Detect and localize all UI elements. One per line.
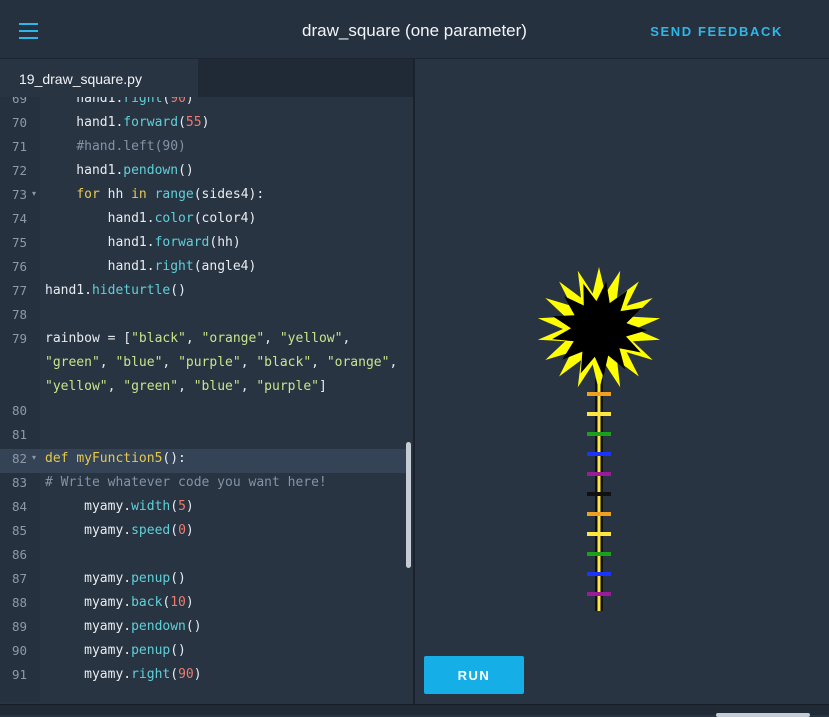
line-number: 83 — [12, 475, 28, 490]
line-number: 75 — [12, 235, 28, 250]
code-text: hand1.right(angle4) — [45, 259, 257, 274]
code-line[interactable]: 91 myamy.right(90) — [0, 665, 407, 689]
code-text: myamy.penup() — [45, 643, 186, 658]
code-line[interactable]: 73 ▾ for hh in range(sides4): — [0, 185, 407, 209]
code-line[interactable]: 71 #hand.left(90) — [0, 137, 407, 161]
code-line[interactable]: 74 hand1.color(color4) — [0, 209, 407, 233]
code-line[interactable]: "green", "blue", "purple", "black", "ora… — [0, 353, 407, 377]
fold-arrow-icon[interactable]: ▾ — [32, 189, 36, 198]
line-number: 87 — [12, 571, 28, 586]
code-line[interactable]: 70 hand1.forward(55) — [0, 113, 407, 137]
code-editor[interactable]: 69 hand1.right(90) 70 hand1.forward(55) 71… — [0, 97, 413, 702]
code-line[interactable]: 87 myamy.penup() — [0, 569, 407, 593]
code-text: rainbow = ["black", "orange", "yellow", — [45, 331, 351, 346]
code-line[interactable]: 90 myamy.penup() — [0, 641, 407, 665]
code-text: myamy.speed(0) — [45, 523, 194, 538]
line-number: 90 — [12, 643, 28, 658]
flower-head — [537, 267, 661, 391]
code-text: myamy.back(10) — [45, 595, 194, 610]
code-line[interactable]: 69 hand1.right(90) — [0, 97, 407, 113]
top-bar: draw_square (one parameter) SEND FEEDBAC… — [0, 0, 829, 59]
code-text: myamy.right(90) — [45, 667, 202, 682]
line-number: 70 — [12, 115, 28, 130]
turtle-output-canvas — [415, 59, 829, 704]
line-number: 76 — [12, 259, 28, 274]
code-text: hand1.color(color4) — [45, 211, 257, 226]
code-line[interactable]: "yellow", "green", "blue", "purple"] — [0, 377, 407, 401]
code-text: myamy.width(5) — [45, 499, 194, 514]
code-line[interactable]: 79 rainbow = ["black", "orange", "yellow"… — [0, 329, 407, 353]
flower-stem — [587, 379, 611, 611]
line-number: 77 — [12, 283, 28, 298]
line-number: 74 — [12, 211, 28, 226]
line-number: 73 — [12, 187, 28, 202]
code-text: def myFunction5(): — [45, 451, 186, 466]
file-tab-bar: 19_draw_square.py — [0, 59, 413, 97]
line-number: 86 — [12, 547, 28, 562]
code-line[interactable]: 89 myamy.pendown() — [0, 617, 407, 641]
code-line[interactable]: 86 — [0, 545, 407, 569]
line-number: 80 — [12, 403, 28, 418]
line-number: 89 — [12, 619, 28, 634]
tab-file[interactable]: 19_draw_square.py — [0, 59, 198, 97]
line-number: 84 — [12, 499, 28, 514]
line-number: 79 — [12, 331, 28, 346]
line-number: 91 — [12, 667, 28, 682]
run-button[interactable]: RUN — [424, 656, 524, 694]
line-number: 82 — [12, 451, 28, 466]
code-line[interactable]: 80 — [0, 401, 407, 425]
code-text: hand1.pendown() — [45, 163, 194, 178]
code-line[interactable]: 85 myamy.speed(0) — [0, 521, 407, 545]
code-text: # Write whatever code you want here! — [45, 475, 327, 490]
code-text: #hand.left(90) — [76, 139, 186, 154]
code-line[interactable]: 77 hand1.hideturtle() — [0, 281, 407, 305]
send-feedback-button[interactable]: SEND FEEDBACK — [650, 24, 783, 39]
code-line[interactable]: 76 hand1.right(angle4) — [0, 257, 407, 281]
editor-scrollbar[interactable] — [406, 442, 411, 568]
code-text: myamy.pendown() — [45, 619, 202, 634]
line-number: 71 — [12, 139, 28, 154]
code-line[interactable]: 72 hand1.pendown() — [0, 161, 407, 185]
code-line[interactable]: 83 # Write whatever code you want here! — [0, 473, 407, 497]
code-text: hand1.forward(55) — [45, 115, 210, 130]
code-line[interactable]: 88 myamy.back(10) — [0, 593, 407, 617]
code-text: "green", "blue", "purple", "black", "ora… — [45, 355, 398, 370]
code-text: "yellow", "green", "blue", "purple"] — [45, 379, 327, 394]
line-number: 85 — [12, 523, 28, 538]
code-line[interactable]: 81 — [0, 425, 407, 449]
line-number: 78 — [12, 307, 28, 322]
fold-arrow-icon[interactable]: ▾ — [32, 453, 36, 462]
code-text: hand1.right(90) — [45, 97, 194, 106]
line-number: 72 — [12, 163, 28, 178]
line-number: 81 — [12, 427, 28, 442]
code-line[interactable]: 75 hand1.forward(hh) — [0, 233, 407, 257]
code-text: myamy.penup() — [45, 571, 186, 586]
code-line[interactable]: 78 — [0, 305, 407, 329]
code-line[interactable]: 84 myamy.width(5) — [0, 497, 407, 521]
code-text: hand1.hideturtle() — [45, 283, 186, 298]
line-number: 88 — [12, 595, 28, 610]
bottom-scrollbar-track — [0, 704, 829, 717]
code-text: for hh in range(sides4): — [76, 187, 265, 202]
code-line[interactable]: 82 ▾ def myFunction5(): — [0, 449, 407, 473]
line-number: 69 — [12, 97, 28, 106]
turtle-drawing — [537, 267, 661, 611]
code-text: hand1.forward(hh) — [45, 235, 241, 250]
